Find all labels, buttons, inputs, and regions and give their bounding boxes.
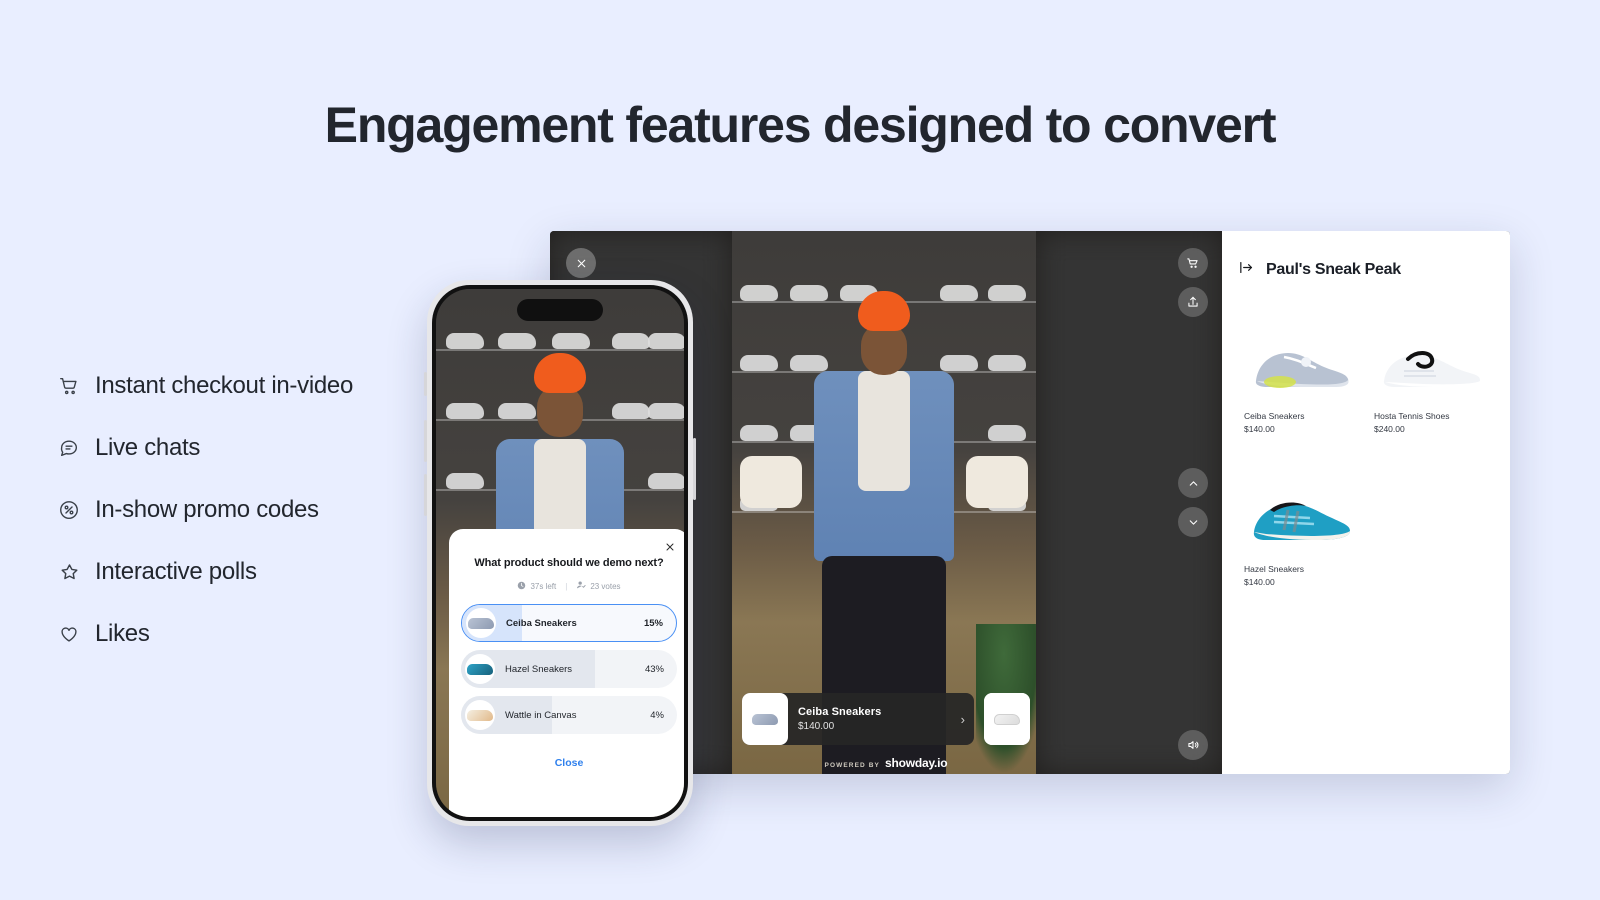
panel-header: Paul's Sneak Peak: [1236, 251, 1496, 281]
poll-meta: 37s left | 23 votes: [461, 580, 677, 592]
poll-options: Ceiba Sneakers 15% Hazel Sneakers 43% Wa…: [461, 604, 677, 734]
poll-option-label: Ceiba Sneakers: [506, 617, 577, 629]
chevron-right-icon[interactable]: ›: [961, 712, 965, 727]
product-panel: Paul's Sneak Peak Ceiba Sneakers $140.00…: [1222, 231, 1510, 774]
close-icon: [575, 257, 588, 270]
phone-screen[interactable]: What product should we demo next? 37s le…: [436, 289, 684, 817]
product-price: $140.00: [1244, 424, 1275, 434]
star-icon: [54, 557, 84, 587]
percent-circle-icon: [54, 495, 84, 525]
poll-close-button[interactable]: Close: [555, 757, 584, 769]
speaker-icon: [1186, 738, 1200, 752]
phone-mockup: What product should we demo next? 37s le…: [424, 280, 696, 826]
close-player-button[interactable]: [566, 248, 596, 278]
product-image: [1366, 307, 1496, 399]
product-grid-item[interactable]: Hazel Sneakers $140.00: [1236, 460, 1366, 587]
product-name: Hazel Sneakers: [1244, 564, 1305, 574]
product-grid: Ceiba Sneakers $140.00 Hosta Tennis Shoe…: [1236, 307, 1496, 613]
poll-option[interactable]: Ceiba Sneakers 15%: [461, 604, 677, 642]
cart-icon: [1186, 256, 1200, 270]
collapse-panel-icon[interactable]: [1238, 259, 1255, 281]
phone-notch: [517, 299, 603, 321]
product-thumbnail: [742, 693, 788, 745]
cart-button[interactable]: [1178, 248, 1208, 278]
product-grid-item[interactable]: Ceiba Sneakers $140.00: [1236, 307, 1366, 434]
featured-product-card[interactable]: Ceiba Sneakers $140.00 ›: [742, 693, 974, 745]
poll-question: What product should we demo next?: [474, 557, 664, 569]
page-root: Engagement features designed to convert …: [0, 0, 1600, 900]
feature-item-instant-checkout: Instant checkout in-video: [54, 355, 454, 417]
poll-option-percent: 43%: [644, 663, 664, 675]
poll-option-label: Hazel Sneakers: [505, 663, 573, 675]
feature-list: Instant checkout in-video Live chats In-…: [54, 355, 454, 665]
desktop-player: Ceiba Sneakers $140.00 › POWERED BY show…: [550, 231, 1510, 774]
poll-option-percent: 15%: [643, 617, 663, 629]
next-product-card-peek[interactable]: [984, 693, 1030, 745]
voter-icon: [576, 580, 586, 592]
product-grid-item[interactable]: Hosta Tennis Shoes $240.00: [1366, 307, 1496, 434]
powered-by-label: POWERED BY: [824, 762, 880, 769]
poll-option-label: Wattle in Canvas: [505, 709, 577, 721]
feature-item-interactive-polls: Interactive polls: [54, 541, 454, 603]
feature-item-promo-codes: In-show promo codes: [54, 479, 454, 541]
product-image: [1236, 460, 1366, 552]
poll-time-left: 37s left: [530, 581, 557, 591]
feature-item-likes: Likes: [54, 603, 454, 665]
page-title: Engagement features designed to convert: [324, 97, 1277, 153]
product-name: Ceiba Sneakers: [798, 706, 882, 718]
powered-by-brand: showday.io: [884, 756, 948, 770]
feature-item-live-chats: Live chats: [54, 417, 454, 479]
chat-bubble-icon: [54, 433, 84, 463]
chevron-down-icon: [1187, 516, 1200, 529]
shopping-cart-icon: [54, 371, 84, 401]
previous-video-button[interactable]: [1178, 468, 1208, 498]
poll-option-thumbnail: [465, 654, 495, 684]
product-name: Ceiba Sneakers: [1244, 411, 1305, 421]
poll-meta-separator: |: [565, 581, 568, 591]
share-icon: [1186, 295, 1200, 309]
product-price: $140.00: [1244, 577, 1275, 587]
product-name: Hosta Tennis Shoes: [1374, 411, 1450, 421]
product-thumbnail: [984, 693, 1030, 745]
feature-label: In-show promo codes: [95, 496, 319, 523]
phone-mute-switch: [424, 372, 427, 396]
poll-option-thumbnail: [466, 608, 496, 638]
poll-option-thumbnail: [465, 700, 495, 730]
poll-card: What product should we demo next? 37s le…: [449, 529, 684, 817]
phone-volume-down-button: [424, 474, 427, 516]
poll-timer: 37s left: [517, 581, 556, 592]
product-price: $240.00: [1374, 424, 1405, 434]
phone-volume-up-button: [424, 420, 427, 462]
feature-label: Instant checkout in-video: [95, 372, 353, 399]
feature-label: Likes: [95, 620, 150, 647]
poll-votes: 23 votes: [576, 580, 621, 592]
feature-label: Live chats: [95, 434, 201, 461]
poll-vote-count: 23 votes: [590, 581, 621, 591]
poll-option[interactable]: Hazel Sneakers 43%: [461, 650, 677, 688]
poll-option-percent: 4%: [650, 709, 664, 721]
poll-close-icon[interactable]: [664, 540, 676, 558]
product-image: [1236, 307, 1366, 399]
panel-title: Paul's Sneak Peak: [1266, 261, 1401, 278]
poll-option[interactable]: Wattle in Canvas 4%: [461, 696, 677, 734]
poll-close-action: Close: [461, 753, 677, 771]
phone-power-button: [693, 438, 696, 500]
clock-icon: [517, 581, 526, 592]
phone-bezel: What product should we demo next? 37s le…: [432, 285, 688, 821]
feature-label: Interactive polls: [95, 558, 257, 585]
share-button[interactable]: [1178, 287, 1208, 317]
heart-icon: [54, 619, 84, 649]
product-price: $140.00: [798, 721, 835, 732]
product-overlay-strip: Ceiba Sneakers $140.00 ›: [742, 693, 1030, 745]
chevron-up-icon: [1187, 477, 1200, 490]
next-video-button[interactable]: [1178, 507, 1208, 537]
